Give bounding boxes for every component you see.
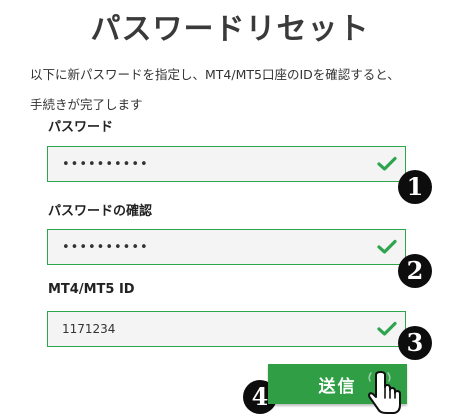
check-icon	[377, 156, 397, 171]
step-1-badge: 1	[398, 170, 432, 204]
password-confirm-field-wrapper	[47, 229, 406, 265]
account-id-label: MT4/MT5 ID	[48, 282, 135, 297]
check-icon	[377, 321, 397, 336]
account-id-field-wrapper	[47, 311, 406, 347]
account-id-input[interactable]	[48, 312, 372, 346]
instructions-line-1: 以下に新パスワードを指定し、MT4/MT5口座のIDを確認すると、	[30, 67, 400, 82]
password-label: パスワード	[48, 120, 114, 135]
check-icon	[377, 239, 397, 254]
hand-pointer-icon	[368, 371, 401, 414]
step-2-badge: 2	[398, 254, 432, 288]
page-title: パスワードリセット	[90, 12, 370, 47]
password-field-wrapper	[47, 146, 406, 182]
password-confirm-label: パスワードの確認	[48, 204, 153, 219]
instructions-text: 以下に新パスワードを指定し、MT4/MT5口座のIDを確認すると、 手続きが完了…	[30, 60, 450, 120]
password-confirm-input[interactable]	[48, 230, 372, 264]
password-input[interactable]	[48, 147, 372, 181]
step-3-badge: 3	[398, 326, 432, 360]
